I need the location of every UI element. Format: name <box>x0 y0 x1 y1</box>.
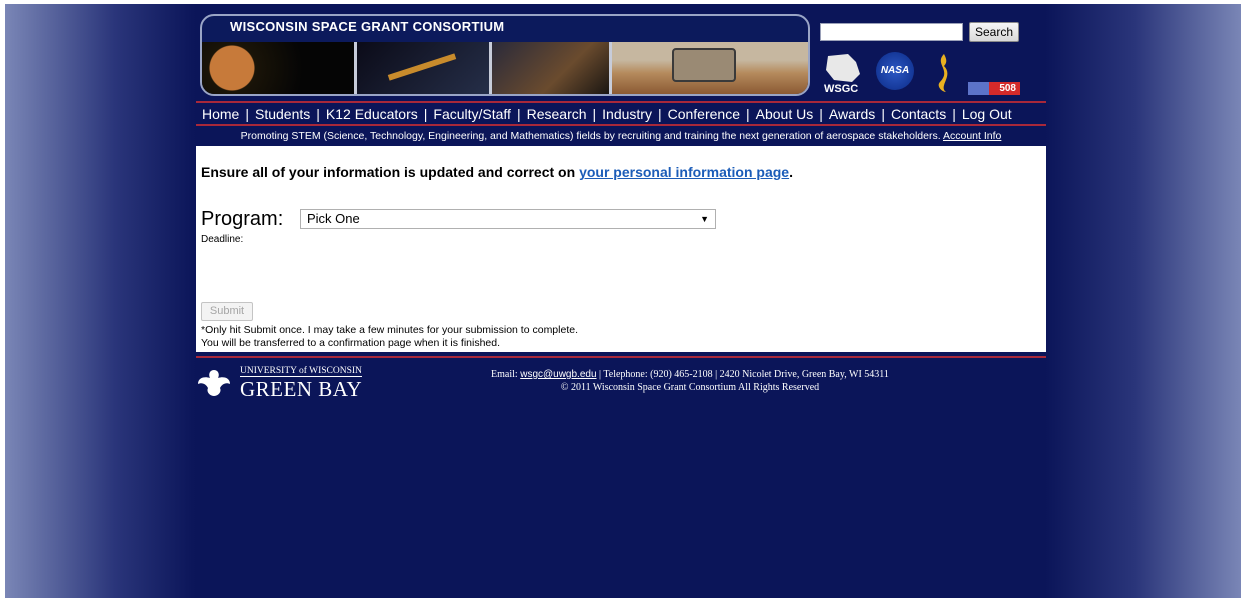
notice-text: Ensure all of your information is update… <box>201 164 580 180</box>
main-nav: Home | Students | K12 Educators | Faculty/S… <box>196 101 1046 124</box>
phoenix-icon <box>198 370 230 396</box>
nav-students[interactable]: Students <box>249 106 316 122</box>
submit-note-line2: You will be transferred to a confirmatio… <box>201 337 501 349</box>
nav-home[interactable]: Home <box>196 106 245 122</box>
rover-icon <box>672 48 736 82</box>
nasa-logo[interactable]: NASA <box>876 52 914 90</box>
tagline: Promoting STEM (Science, Technology, Eng… <box>196 124 1046 146</box>
nav-k12-educators[interactable]: K12 Educators <box>320 106 424 122</box>
submit-note-line1: *Only hit Submit once. I may take a few … <box>201 324 578 336</box>
svg-text:WSGC: WSGC <box>824 83 858 94</box>
flame-logo[interactable] <box>930 52 956 94</box>
header-banner[interactable]: WISCONSIN SPACE GRANT CONSORTIUM <box>200 14 810 96</box>
footer-divider <box>196 356 1046 358</box>
spacecraft-photo <box>492 42 612 94</box>
program-selected-value: Pick One <box>307 211 360 226</box>
satellite-photo <box>357 42 492 94</box>
nav-conference[interactable]: Conference <box>662 106 746 122</box>
program-label: Program: <box>201 208 284 230</box>
nav-research[interactable]: Research <box>521 106 593 122</box>
submit-button[interactable]: Submit <box>201 302 253 321</box>
search-button[interactable]: Search <box>969 22 1019 42</box>
deadline-label: Deadline: <box>201 234 244 245</box>
uwgb-top-text: UNIVERSITY of WISCONSIN <box>240 366 362 377</box>
wsgc-logo[interactable]: WSGC <box>822 52 866 95</box>
chevron-down-icon: ▼ <box>700 214 709 224</box>
footer-contact: Email: wsgc@uwgb.edu | Telephone: (920) … <box>400 368 980 394</box>
nav-faculty-staff[interactable]: Faculty/Staff <box>427 106 517 122</box>
window-edge <box>1241 4 1246 598</box>
account-info-link[interactable]: Account Info <box>943 130 1001 142</box>
personal-info-link[interactable]: your personal information page <box>579 164 789 180</box>
nav-industry[interactable]: Industry <box>596 106 658 122</box>
search-input[interactable] <box>820 23 963 41</box>
mars-photo <box>202 42 357 94</box>
nav-about-us[interactable]: About Us <box>750 106 820 122</box>
section-508-badge[interactable]: 508 <box>968 82 1020 95</box>
tagline-text: Promoting STEM (Science, Technology, Eng… <box>240 130 941 142</box>
nav-awards[interactable]: Awards <box>823 106 881 122</box>
notice-end: . <box>789 164 793 180</box>
uwgb-main-text: GREEN BAY <box>240 377 363 401</box>
info-notice: Ensure all of your information is update… <box>201 164 793 180</box>
email-link[interactable]: wsgc@uwgb.edu <box>520 369 596 380</box>
program-select[interactable]: Pick One ▼ <box>300 209 716 229</box>
nav-log-out[interactable]: Log Out <box>956 106 1018 122</box>
banner-title: WISCONSIN SPACE GRANT CONSORTIUM <box>230 19 505 34</box>
rover-photo <box>612 42 808 94</box>
contact-info: | Telephone: (920) 465-2108 | 2420 Nicol… <box>596 369 889 380</box>
satellite-icon <box>387 53 457 81</box>
nav-contacts[interactable]: Contacts <box>885 106 952 122</box>
copyright: © 2011 Wisconsin Space Grant Consortium … <box>560 382 820 393</box>
main-content: Ensure all of your information is update… <box>196 146 1046 352</box>
email-label: Email: <box>491 369 521 380</box>
